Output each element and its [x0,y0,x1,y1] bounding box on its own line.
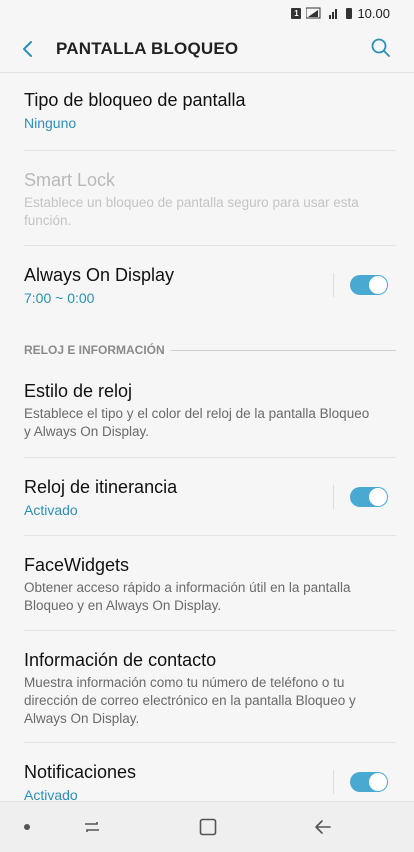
notifications-toggle[interactable] [350,772,388,792]
battery-icon [346,7,353,19]
settings-list-body: Tipo de bloqueo de pantalla Ninguno Smar… [0,73,414,801]
divider [333,770,334,794]
toggle-container [333,273,388,297]
setting-smart-lock: Smart Lock Establece un bloqueo de panta… [0,151,414,245]
setting-description: Establece un bloqueo de pantalla seguro … [24,195,359,228]
section-divider [170,349,396,351]
signal-bars-icon [329,9,338,19]
setting-description: Muestra información como tu número de te… [24,675,356,726]
back-arrow-icon[interactable] [18,38,38,60]
status-time: 10.00 [357,5,390,21]
setting-title: Estilo de reloj [24,381,133,401]
setting-lock-type[interactable]: Tipo de bloqueo de pantalla Ninguno [0,73,414,150]
app-bar: PANTALLA BLOQUEO [0,26,414,72]
setting-roaming-clock[interactable]: Reloj de itinerancia Activado [0,458,414,535]
setting-title: Smart Lock [24,170,116,190]
nav-dot-icon [24,824,30,830]
always-on-toggle[interactable] [350,275,388,295]
section-title: RELOJ E INFORMACIÓN [24,343,165,357]
setting-description: Obtener acceso rápido a información útil… [24,580,351,613]
setting-title: Información de contacto [24,650,217,670]
toggle-container [333,484,388,509]
navigation-bar [0,801,414,852]
setting-title: FaceWidgets [24,555,130,575]
sim-icon: 1 [291,7,302,19]
divider [333,484,334,509]
search-icon[interactable] [370,37,392,59]
setting-value: Ninguno [24,115,77,131]
setting-facewidgets[interactable]: FaceWidgets Obtener acceso rápido a info… [0,536,414,630]
page-title: PANTALLA BLOQUEO [56,39,239,58]
section-header: RELOJ E INFORMACIÓN [0,339,414,361]
toggle-container [333,770,388,794]
setting-always-on-display[interactable]: Always On Display 7:00 ~ 0:00 [0,246,414,324]
back-nav-icon[interactable] [313,817,333,837]
setting-description: Establece el tipo y el color del reloj d… [24,406,370,439]
setting-notifications[interactable]: Notificaciones Activado [0,743,414,801]
status-bar: 1 10.00 [0,0,414,26]
divider [333,273,334,297]
setting-contact-info[interactable]: Información de contacto Muestra informac… [0,631,414,742]
setting-title: Tipo de bloqueo de pantalla [24,90,246,110]
home-icon[interactable] [198,817,218,837]
setting-clock-style[interactable]: Estilo de reloj Establece el tipo y el c… [0,369,414,457]
roaming-clock-toggle[interactable] [350,486,388,507]
recents-icon[interactable] [82,817,102,837]
signal-icon [306,7,321,19]
